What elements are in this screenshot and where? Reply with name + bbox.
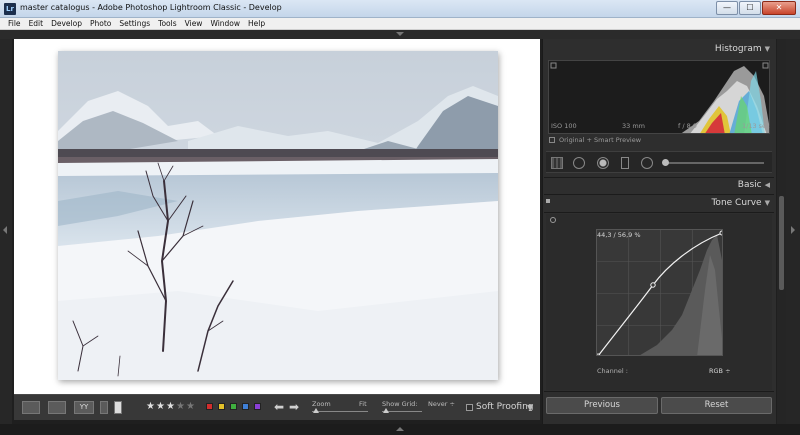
minimize-button[interactable]: —	[716, 1, 738, 15]
menu-settings[interactable]: Settings	[115, 18, 154, 29]
histogram-header[interactable]: Histogram ▼	[715, 44, 770, 54]
reset-button[interactable]: Reset	[661, 397, 772, 414]
window-controls: — ☐ ✕	[716, 1, 796, 15]
targeted-adjustment-icon[interactable]	[550, 217, 556, 223]
develop-tools-strip	[546, 151, 772, 173]
triangle-down-icon: ▼	[764, 45, 770, 53]
basic-title: Basic	[737, 180, 762, 190]
toolbar-menu-chevron-down-icon[interactable]: ▼	[527, 403, 533, 412]
spot-removal-icon[interactable]	[573, 157, 585, 169]
menu-window[interactable]: Window	[206, 18, 244, 29]
histogram-svg	[550, 62, 769, 133]
zoom-value: Fit	[359, 400, 367, 408]
menu-file[interactable]: File	[4, 18, 25, 29]
panel-divider	[544, 391, 774, 392]
label-purple-swatch[interactable]	[254, 403, 261, 410]
show-top-panel-icon[interactable]	[396, 32, 404, 36]
flag-icon[interactable]	[114, 401, 122, 414]
label-yellow-swatch[interactable]	[218, 403, 225, 410]
channel-label: Channel :	[597, 367, 628, 375]
smart-preview-checkbox[interactable]	[549, 137, 555, 143]
tone-curve-readout: 44,3 / 56,9 %	[597, 231, 641, 239]
histogram-iso: ISO 100	[551, 122, 577, 130]
previous-button[interactable]: Previous	[546, 397, 658, 414]
previous-photo-arrow-icon[interactable]: ⬅	[274, 400, 284, 414]
window-title: master catalogus - Adobe Photoshop Light…	[20, 3, 282, 12]
landscape-image	[58, 51, 498, 380]
soft-proofing-checkbox[interactable]	[466, 404, 473, 411]
before-after-button[interactable]	[48, 401, 66, 414]
rating-star-4[interactable]: ★	[176, 401, 185, 412]
label-green-swatch[interactable]	[230, 403, 237, 410]
preview-status: Original + Smart Preview	[549, 136, 641, 144]
zoom-label: Zoom	[312, 400, 331, 408]
photo-canvas[interactable]	[14, 39, 540, 394]
histogram-focal-length: 33 mm	[622, 122, 646, 130]
menu-photo[interactable]: Photo	[86, 18, 115, 29]
rating-star-5[interactable]: ★	[186, 401, 195, 412]
view-options-dropdown[interactable]	[100, 401, 108, 414]
hide-right-panel-icon[interactable]	[791, 226, 795, 234]
label-red-swatch[interactable]	[206, 403, 213, 410]
menu-help[interactable]: Help	[244, 18, 269, 29]
radial-filter-icon[interactable]	[641, 157, 653, 169]
panel-divider	[544, 212, 774, 213]
zoom-slider-thumb[interactable]	[313, 408, 319, 413]
adjustment-brush-slider[interactable]	[664, 162, 764, 164]
rating-star-3[interactable]: ★	[166, 401, 175, 412]
red-eye-icon[interactable]	[597, 157, 609, 169]
menu-develop[interactable]: Develop	[47, 18, 86, 29]
grid-slider-thumb[interactable]	[383, 408, 389, 413]
winter-landscape-photo	[58, 51, 498, 380]
tone-curve-graph[interactable]	[596, 229, 723, 356]
basic-header[interactable]: Basic ◀	[738, 180, 770, 190]
rating-star-2[interactable]: ★	[156, 401, 165, 412]
panel-toggle-icon[interactable]	[546, 199, 550, 203]
menu-tools[interactable]: Tools	[154, 18, 180, 29]
show-filmstrip-icon[interactable]	[396, 427, 404, 431]
soft-proofing-label: Soft Proofing	[476, 402, 534, 412]
scrollbar-thumb[interactable]	[779, 196, 784, 290]
view-yy-button[interactable]: YY	[74, 401, 94, 414]
menu-edit[interactable]: Edit	[25, 18, 48, 29]
graduated-filter-icon[interactable]	[621, 157, 629, 169]
develop-toolbar: YY ★ ★ ★ ★ ★ ⬅ ➡ Zoom Fit Show Grid: Nev…	[14, 394, 540, 420]
lightroom-app-icon: Lr	[4, 3, 16, 15]
maximize-button[interactable]: ☐	[739, 1, 761, 15]
triangle-down-icon: ▼	[764, 199, 770, 207]
histogram-shutter: 1/13 sec	[742, 122, 770, 130]
adjustment-brush-icon[interactable]	[662, 159, 669, 166]
next-photo-arrow-icon[interactable]: ➡	[289, 400, 299, 414]
crop-overlay-icon[interactable]	[551, 157, 563, 169]
rating-star-1[interactable]: ★	[146, 401, 155, 412]
menu-view[interactable]: View	[181, 18, 207, 29]
tone-curve-header[interactable]: Tone Curve ▼	[711, 198, 770, 208]
histogram-graph[interactable]	[548, 60, 770, 134]
lightroom-window: Lr master catalogus - Adobe Photoshop Li…	[0, 0, 800, 435]
loupe-view-button[interactable]	[22, 401, 40, 414]
histogram-aperture: f / 8,0	[678, 122, 697, 130]
tone-curve-svg	[597, 230, 722, 355]
title-bar: Lr master catalogus - Adobe Photoshop Li…	[0, 0, 800, 18]
histogram-title: Histogram	[714, 44, 762, 54]
tone-curve-title: Tone Curve	[711, 198, 762, 208]
channel-select[interactable]: RGB ÷	[709, 367, 731, 375]
preview-status-label: Original + Smart Preview	[559, 136, 642, 144]
panel-divider	[544, 177, 774, 178]
show-left-panel-icon[interactable]	[3, 226, 7, 234]
zoom-slider-track[interactable]	[312, 411, 368, 412]
close-button[interactable]: ✕	[762, 1, 796, 15]
triangle-left-icon: ◀	[764, 181, 770, 189]
menu-bar: File Edit Develop Photo Settings Tools V…	[0, 18, 800, 30]
show-grid-label: Show Grid:	[382, 400, 418, 408]
label-blue-swatch[interactable]	[242, 403, 249, 410]
show-grid-select[interactable]: Never ÷	[428, 400, 455, 408]
panel-divider	[544, 194, 774, 195]
